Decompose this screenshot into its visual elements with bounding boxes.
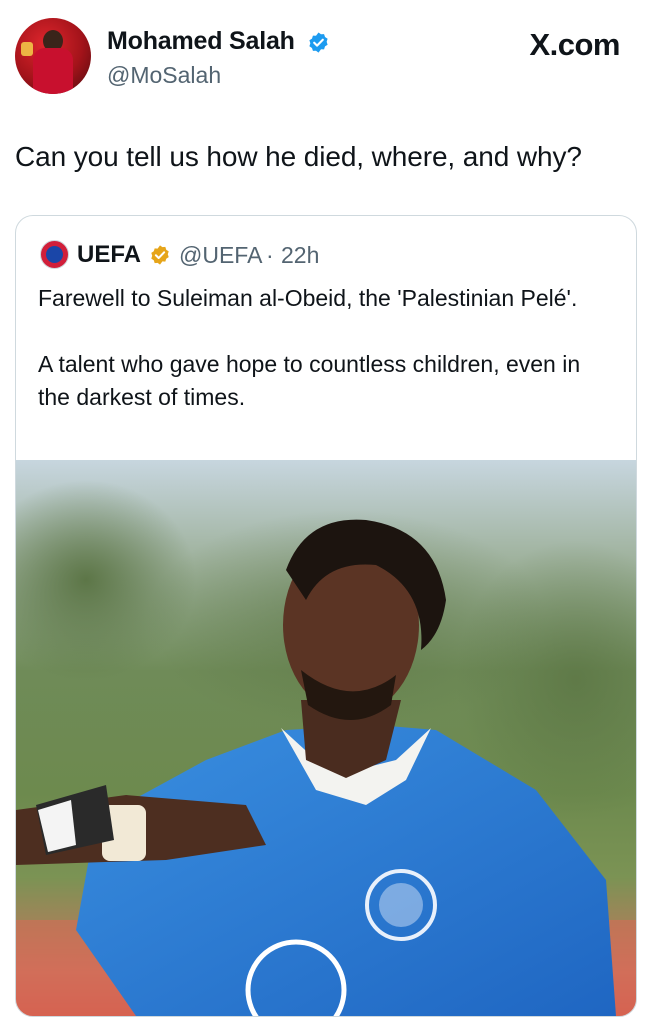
- club-crest-icon: [21, 42, 33, 56]
- quoted-tweet-text: Farewell to Suleiman al-Obeid, the 'Pale…: [38, 282, 618, 447]
- author-avatar[interactable]: [15, 18, 91, 94]
- site-label: X.com: [529, 27, 620, 62]
- meta-separator: ·: [266, 242, 274, 268]
- uefa-logo-icon[interactable]: [40, 240, 69, 269]
- player-photo-illustration: [16, 480, 636, 1016]
- verified-badge-icon: [309, 32, 328, 53]
- quoted-timestamp[interactable]: 22h: [281, 242, 319, 269]
- author-handle[interactable]: @MoSalah: [107, 62, 221, 89]
- quoted-author-name[interactable]: UEFA: [77, 241, 141, 269]
- author-name[interactable]: Mohamed Salah: [107, 27, 295, 56]
- quoted-author-handle[interactable]: @UEFA: [179, 242, 262, 269]
- gold-verified-badge-icon: [151, 245, 169, 265]
- quoted-paragraph-2: A talent who gave hope to countless chil…: [38, 351, 581, 410]
- tweet-photo[interactable]: [16, 460, 636, 1016]
- quoted-paragraph-1: Farewell to Suleiman al-Obeid, the 'Pale…: [38, 285, 578, 311]
- avatar-jersey: [33, 48, 73, 94]
- quoted-tweet[interactable]: UEFA @UEFA · 22h Farewell to Suleiman al…: [15, 215, 637, 1017]
- uefa-star-ball-icon: [46, 246, 63, 263]
- tweet-text: Can you tell us how he died, where, and …: [15, 141, 582, 172]
